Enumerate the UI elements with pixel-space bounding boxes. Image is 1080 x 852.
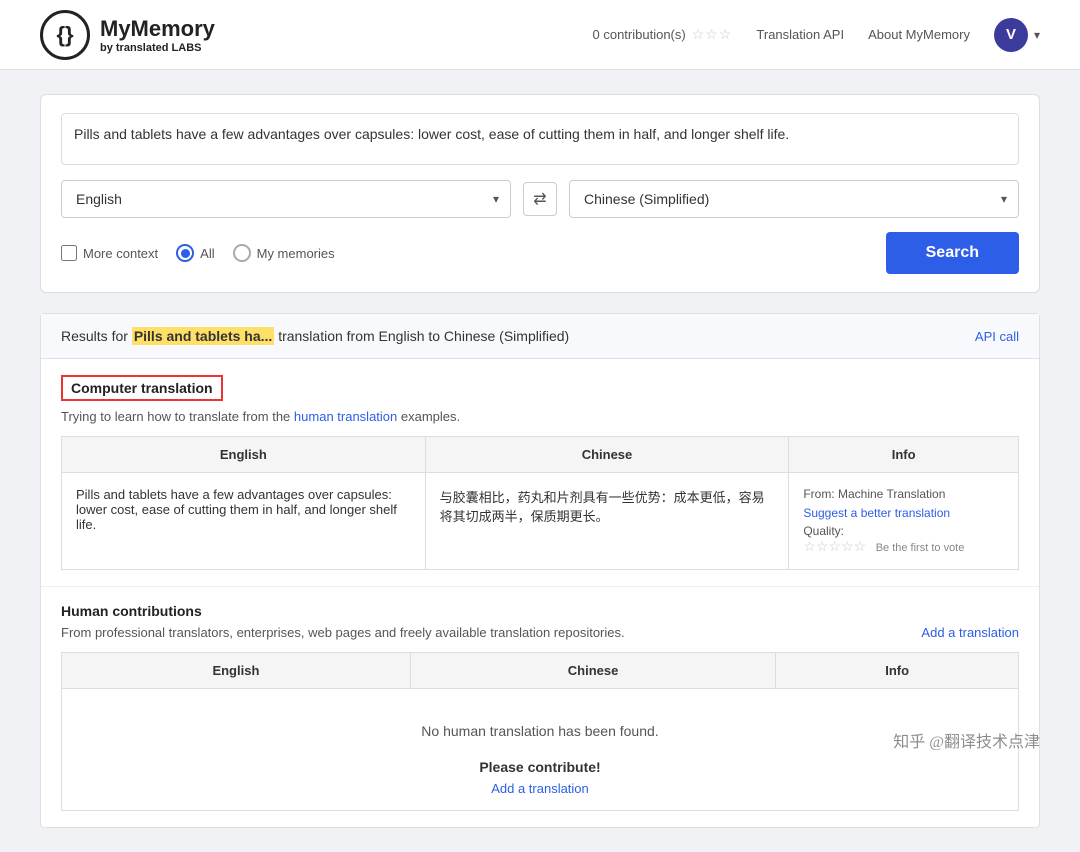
main-content: Pills and tablets have a few advantages …: [0, 70, 1080, 852]
add-translation-link[interactable]: Add a translation: [921, 625, 1019, 640]
results-highlight: Pills and tablets ha...: [132, 327, 274, 345]
results-area: Results for Pills and tablets ha... tran…: [40, 313, 1040, 828]
target-lang-wrapper: Chinese (Simplified) Chinese (Traditiona…: [569, 180, 1019, 218]
please-contribute-text: Please contribute!: [76, 759, 1004, 775]
human-translation-table: English Chinese Info No human translatio…: [61, 652, 1019, 811]
results-prefix: Results for: [61, 328, 128, 344]
logo-sub: by translated LABS: [100, 42, 215, 54]
more-context-checkbox[interactable]: [61, 245, 77, 261]
options-left: More context All My memories: [61, 244, 335, 262]
computer-translation-section: Computer translation Trying to learn how…: [41, 359, 1039, 586]
table-cell-chinese: 与胶囊相比，药丸和片剂具有一些优势：成本更低，容易将其切成两半，保质期更长。: [425, 473, 789, 570]
from-source: From: Machine Translation: [803, 487, 1004, 501]
swap-icon: ⇄: [533, 189, 546, 209]
table-cell-info: From: Machine Translation Suggest a bett…: [789, 473, 1019, 570]
more-context-label[interactable]: More context: [61, 245, 158, 261]
no-result-row: No human translation has been found. Ple…: [62, 689, 1019, 811]
human-col-english: English: [62, 653, 411, 689]
human-translation-link[interactable]: human translation: [294, 409, 397, 424]
col-header-info: Info: [789, 437, 1019, 473]
source-lang-select[interactable]: English French German Spanish: [61, 180, 511, 218]
user-chevron: ▾: [1034, 28, 1040, 42]
col-header-chinese: Chinese: [425, 437, 789, 473]
add-link-center: Add a translation: [76, 781, 1004, 796]
logo-name: MyMemory: [100, 16, 215, 42]
user-avatar: V: [994, 18, 1028, 52]
more-context-text: More context: [83, 246, 158, 261]
logo-text: MyMemory by translated LABS: [100, 16, 215, 54]
my-memories-radio-label[interactable]: My memories: [233, 244, 335, 262]
nav-about[interactable]: About MyMemory: [868, 27, 970, 42]
header-nav: 0 contribution(s) ☆☆☆ Translation API Ab…: [593, 18, 1041, 52]
no-translation-text: No human translation has been found.: [76, 703, 1004, 759]
nav-translation-api[interactable]: Translation API: [756, 27, 844, 42]
source-lang-wrapper: English French German Spanish ▾: [61, 180, 511, 218]
all-radio-label[interactable]: All: [176, 244, 214, 262]
table-cell-english: Pills and tablets have a few advantages …: [62, 473, 426, 570]
api-call-link[interactable]: API call: [975, 329, 1019, 344]
search-box: Pills and tablets have a few advantages …: [40, 94, 1040, 293]
all-radio-dot: [176, 244, 194, 262]
header: {} MyMemory by translated LABS 0 contrib…: [0, 0, 1080, 70]
human-contributions-title: Human contributions: [61, 603, 1019, 619]
human-contributions-section: Human contributions From professional tr…: [41, 586, 1039, 827]
col-header-english: English: [62, 437, 426, 473]
human-col-info: Info: [776, 653, 1019, 689]
my-memories-radio-text: My memories: [257, 246, 335, 261]
computer-translation-title: Computer translation: [61, 375, 223, 401]
suggest-better-translation-link[interactable]: Suggest a better translation: [803, 506, 950, 520]
search-controls: English French German Spanish ▾ ⇄ Chines…: [61, 180, 1019, 218]
target-lang-select[interactable]: Chinese (Simplified) Chinese (Traditiona…: [569, 180, 1019, 218]
human-subtitle-row: From professional translators, enterpris…: [61, 625, 1019, 640]
logo-icon: {}: [40, 10, 90, 60]
search-input[interactable]: Pills and tablets have a few advantages …: [61, 113, 1019, 165]
results-suffix: translation from English to Chinese (Sim…: [278, 328, 569, 344]
rating-stars: ☆☆☆: [692, 26, 733, 43]
logo-area: {} MyMemory by translated LABS: [40, 10, 215, 60]
quality-label: Quality:: [803, 524, 1004, 538]
add-translation-link-2[interactable]: Add a translation: [491, 781, 589, 796]
computer-translation-table: English Chinese Info Pills and tablets h…: [61, 436, 1019, 570]
quality-stars: ☆☆☆☆☆: [803, 538, 866, 554]
no-result-cell: No human translation has been found. Ple…: [62, 689, 1019, 811]
human-subtitle-text: From professional translators, enterpris…: [61, 625, 625, 640]
contributions: 0 contribution(s) ☆☆☆: [593, 26, 733, 43]
my-memories-radio-dot: [233, 244, 251, 262]
human-col-chinese: Chinese: [410, 653, 775, 689]
swap-languages-button[interactable]: ⇄: [523, 182, 557, 216]
computer-translation-subtitle: Trying to learn how to translate from th…: [61, 409, 1019, 424]
results-header: Results for Pills and tablets ha... tran…: [41, 314, 1039, 359]
table-row: Pills and tablets have a few advantages …: [62, 473, 1019, 570]
search-button[interactable]: Search: [886, 232, 1019, 274]
first-vote-text: Be the first to vote: [876, 542, 965, 554]
contributions-text: 0 contribution(s): [593, 27, 686, 42]
options-row: More context All My memories Search: [61, 232, 1019, 274]
results-title: Results for Pills and tablets ha... tran…: [61, 328, 569, 344]
all-radio-text: All: [200, 246, 214, 261]
user-area[interactable]: V ▾: [994, 18, 1040, 52]
